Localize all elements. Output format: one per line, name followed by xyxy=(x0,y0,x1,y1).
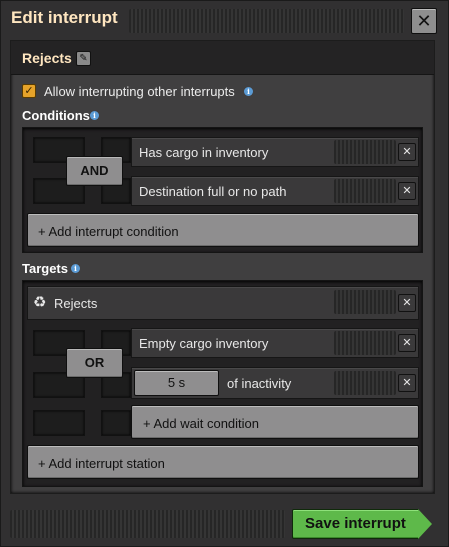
condition-label: Destination full or no path xyxy=(139,184,287,199)
station-drag-handle[interactable] xyxy=(334,290,396,314)
allow-interrupting-checkbox[interactable]: ✓ xyxy=(22,84,36,98)
allow-interrupting-label: Allow interrupting other interrupts xyxy=(44,84,235,99)
wait-condition-drag-handle[interactable] xyxy=(334,371,396,395)
close-icon: ✕ xyxy=(416,11,432,31)
save-interrupt-button[interactable]: Save interrupt xyxy=(292,509,419,539)
add-interrupt-condition-label: + Add interrupt condition xyxy=(38,224,179,239)
remove-condition-button[interactable]: ✕ xyxy=(398,143,416,161)
wait-condition-label: Empty cargo inventory xyxy=(139,336,269,351)
interrupt-name: Rejects xyxy=(22,50,72,66)
add-wait-condition-label: + Add wait condition xyxy=(143,416,259,431)
inactivity-seconds-field[interactable]: 5 s xyxy=(134,370,219,396)
targets-label: Targets xyxy=(22,261,68,276)
station-name: Rejects xyxy=(54,296,98,311)
empty-slot xyxy=(101,410,131,436)
recycle-icon: ♻ xyxy=(33,294,47,311)
condition-label: Has cargo in inventory xyxy=(139,145,269,160)
remove-station-button[interactable]: ✕ xyxy=(398,294,416,312)
footer-drag-handle[interactable] xyxy=(10,510,285,538)
remove-wait-condition-button[interactable]: ✕ xyxy=(398,334,416,352)
wait-condition-label: of inactivity xyxy=(227,376,292,391)
condition-drag-handle[interactable] xyxy=(334,140,396,164)
conditions-label: Conditions xyxy=(22,108,90,123)
wait-condition-drag-handle[interactable] xyxy=(334,331,396,355)
info-icon: i xyxy=(90,111,99,120)
remove-wait-condition-button[interactable]: ✕ xyxy=(398,374,416,392)
window-title: Edit interrupt xyxy=(11,8,118,27)
close-button[interactable]: ✕ xyxy=(411,8,437,34)
or-toggle-button[interactable]: OR xyxy=(66,348,123,378)
pencil-icon[interactable]: ✎ xyxy=(76,51,91,66)
and-toggle-button[interactable]: AND xyxy=(66,156,123,186)
interrupt-name-header xyxy=(11,41,434,75)
remove-condition-button[interactable]: ✕ xyxy=(398,182,416,200)
info-icon: i xyxy=(71,264,80,273)
save-arrow-icon xyxy=(418,509,432,539)
add-interrupt-station-label: + Add interrupt station xyxy=(38,456,165,471)
title-drag-handle[interactable] xyxy=(129,9,404,33)
info-icon: i xyxy=(244,87,253,96)
condition-drag-handle[interactable] xyxy=(334,179,396,203)
empty-slot xyxy=(33,410,85,436)
